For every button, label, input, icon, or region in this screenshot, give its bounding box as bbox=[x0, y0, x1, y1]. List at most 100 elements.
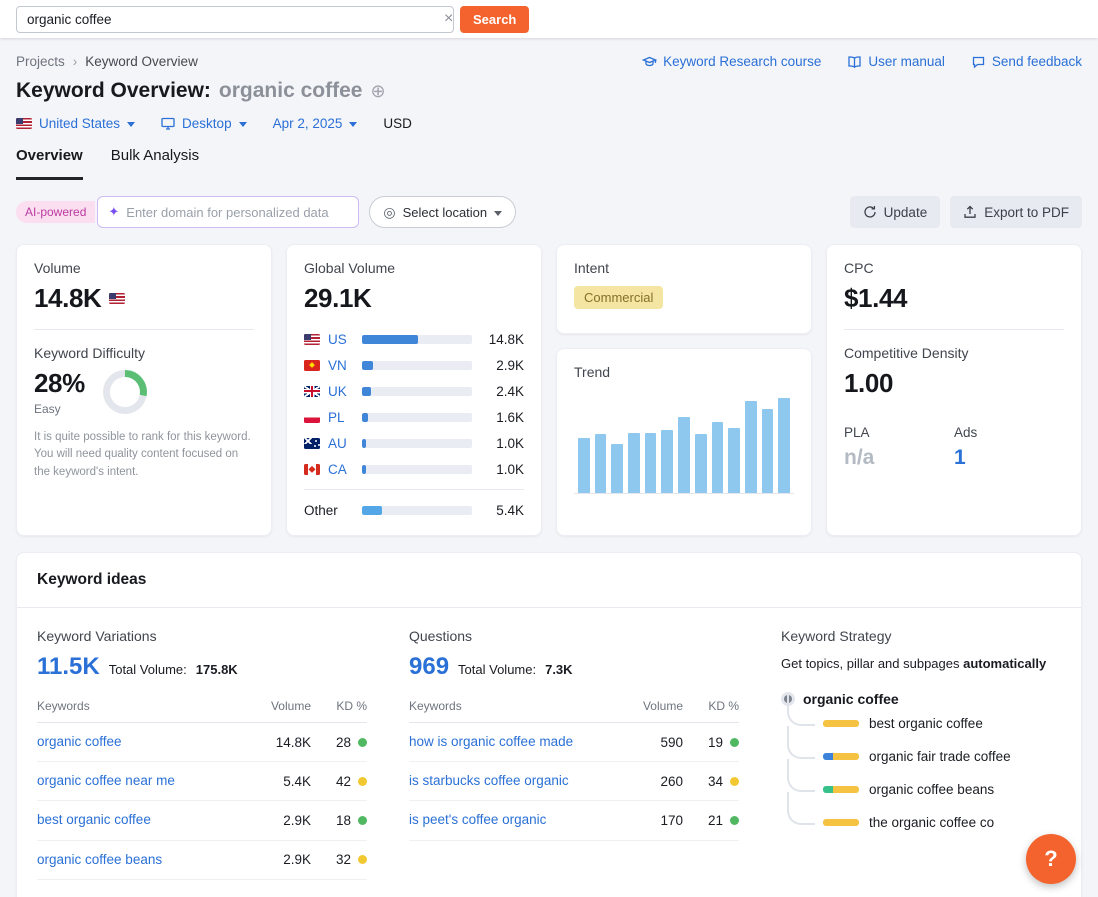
update-button-label: Update bbox=[884, 205, 928, 220]
export-pdf-button[interactable]: Export to PDF bbox=[950, 196, 1082, 228]
country-code-link[interactable]: VN bbox=[328, 358, 354, 373]
location-select-label: Select location bbox=[403, 205, 488, 220]
tab-overview[interactable]: Overview bbox=[16, 147, 83, 180]
keyword-research-course-link[interactable]: Keyword Research course bbox=[642, 54, 821, 69]
variations-count[interactable]: 11.5K bbox=[37, 653, 100, 681]
graduation-cap-icon bbox=[642, 55, 657, 69]
kd-number: 34 bbox=[708, 774, 723, 789]
kd-number: 19 bbox=[708, 735, 723, 750]
country-filter-label: United States bbox=[39, 116, 120, 131]
device-filter[interactable]: Desktop bbox=[161, 116, 247, 131]
filters-row: United States Desktop Apr 2, 2025 USD bbox=[0, 103, 1098, 131]
chevron-down-icon bbox=[494, 211, 502, 216]
keyword-link[interactable]: organic coffee beans bbox=[37, 851, 249, 869]
country-code-link[interactable]: UK bbox=[328, 384, 354, 399]
help-button[interactable]: ? bbox=[1026, 834, 1076, 884]
global-volume-row: PL 1.6K bbox=[304, 404, 524, 430]
country-flag-icon bbox=[304, 464, 320, 475]
clear-search-icon[interactable]: × bbox=[444, 11, 453, 27]
volume-bar-fill bbox=[362, 506, 382, 515]
country-code-link[interactable]: AU bbox=[328, 436, 354, 451]
intent-commercial-badge[interactable]: Commercial bbox=[574, 286, 663, 309]
top-search-bar: × Search bbox=[0, 0, 1098, 38]
strategy-subtitle-bold: automatically bbox=[963, 656, 1046, 671]
user-manual-link[interactable]: User manual bbox=[847, 54, 945, 69]
location-select[interactable]: ◎ Select location bbox=[369, 196, 516, 228]
domain-input[interactable] bbox=[126, 205, 348, 220]
pla-block: PLA n/a bbox=[844, 425, 954, 470]
add-keyword-icon[interactable]: ⊕ bbox=[370, 82, 385, 100]
kd-dot-icon bbox=[730, 816, 739, 825]
cpc-title: CPC bbox=[844, 260, 1064, 276]
table-header: Keywords Volume KD % bbox=[409, 699, 739, 723]
kd-number: 18 bbox=[336, 813, 351, 828]
country-volume-value: 2.4K bbox=[480, 384, 524, 399]
trend-bar bbox=[762, 409, 774, 493]
keyword-link[interactable]: organic coffee bbox=[37, 733, 249, 751]
volume-bar-track bbox=[362, 335, 472, 344]
cpc-card: CPC $1.44 Competitive Density 1.00 PLA n… bbox=[826, 244, 1082, 536]
manual-link-label: User manual bbox=[868, 54, 945, 69]
update-button[interactable]: Update bbox=[850, 196, 941, 228]
global-volume-row: US 14.8K bbox=[304, 326, 524, 352]
keyword-link[interactable]: best organic coffee bbox=[37, 811, 249, 829]
kd-number: 32 bbox=[336, 852, 351, 867]
volume-value: 14.8K bbox=[34, 283, 101, 314]
volume-bar-track bbox=[362, 387, 472, 396]
trend-bar bbox=[628, 433, 640, 493]
country-code-link[interactable]: PL bbox=[328, 410, 354, 425]
col-kd: KD % bbox=[683, 699, 739, 713]
send-feedback-link[interactable]: Send feedback bbox=[971, 54, 1082, 69]
table-row: is starbucks coffee organic 260 34 bbox=[409, 762, 739, 801]
refresh-icon bbox=[863, 205, 877, 219]
search-button[interactable]: Search bbox=[460, 6, 529, 33]
ai-powered-badge: AI-powered bbox=[16, 201, 95, 223]
col-keywords: Keywords bbox=[409, 699, 621, 713]
questions-column: Questions 969 Total Volume: 7.3K Keyword… bbox=[409, 628, 739, 880]
strategy-child-label: organic fair trade coffee bbox=[869, 749, 1011, 764]
currency-label: USD bbox=[383, 116, 412, 131]
keyword-volume: 170 bbox=[621, 813, 683, 828]
feedback-bubble-icon bbox=[971, 55, 986, 69]
date-filter[interactable]: Apr 2, 2025 bbox=[273, 116, 358, 131]
topic-pill-icon bbox=[823, 720, 859, 727]
page-title: Keyword Overview: bbox=[16, 79, 211, 103]
export-icon bbox=[963, 205, 977, 219]
keyword-kd: 18 bbox=[311, 813, 367, 828]
competitive-density-title: Competitive Density bbox=[844, 345, 1064, 361]
metric-cards: Volume 14.8K Keyword Difficulty 28% Easy… bbox=[16, 244, 1082, 536]
keyword-link[interactable]: is starbucks coffee organic bbox=[409, 772, 589, 790]
kd-number: 42 bbox=[336, 774, 351, 789]
strategy-child-label: organic coffee beans bbox=[869, 782, 994, 797]
keyword-link[interactable]: is peet's coffee organic bbox=[409, 811, 589, 829]
keyword-volume: 590 bbox=[621, 735, 683, 750]
table-header: Keywords Volume KD % bbox=[37, 699, 367, 723]
variations-total-value: 175.8K bbox=[196, 662, 238, 677]
keyword-ideas-section: Keyword ideas Keyword Variations 11.5K T… bbox=[16, 552, 1082, 897]
country-code-link[interactable]: US bbox=[328, 332, 354, 347]
strategy-title: Keyword Strategy bbox=[781, 628, 1061, 644]
country-code-link[interactable]: CA bbox=[328, 462, 354, 477]
tabs: Overview Bulk Analysis bbox=[0, 131, 1098, 180]
strategy-subtitle: Get topics, pillar and subpages automati… bbox=[781, 656, 1061, 671]
location-target-icon: ◎ bbox=[383, 205, 395, 219]
trend-bar bbox=[595, 434, 607, 493]
keyword-link[interactable]: how is organic coffee made bbox=[409, 733, 589, 751]
global-volume-row: AU 1.0K bbox=[304, 430, 524, 456]
volume-bar-fill bbox=[362, 465, 366, 474]
ads-value[interactable]: 1 bbox=[954, 446, 1064, 470]
keyword-variations-column: Keyword Variations 11.5K Total Volume: 1… bbox=[37, 628, 367, 880]
kd-number: 28 bbox=[336, 735, 351, 750]
tab-bulk-analysis[interactable]: Bulk Analysis bbox=[111, 147, 199, 180]
breadcrumb-projects[interactable]: Projects bbox=[16, 54, 65, 69]
country-filter[interactable]: United States bbox=[16, 116, 135, 131]
table-row: organic coffee near me 5.4K 42 bbox=[37, 762, 367, 801]
questions-count[interactable]: 969 bbox=[409, 653, 449, 681]
keyword-link[interactable]: organic coffee near me bbox=[37, 772, 249, 790]
search-input[interactable] bbox=[16, 6, 454, 33]
trend-bar bbox=[661, 430, 673, 493]
country-volume-value: 14.8K bbox=[480, 332, 524, 347]
pla-value: n/a bbox=[844, 446, 954, 470]
trend-card: Trend bbox=[556, 348, 812, 536]
col-volume: Volume bbox=[249, 699, 311, 713]
